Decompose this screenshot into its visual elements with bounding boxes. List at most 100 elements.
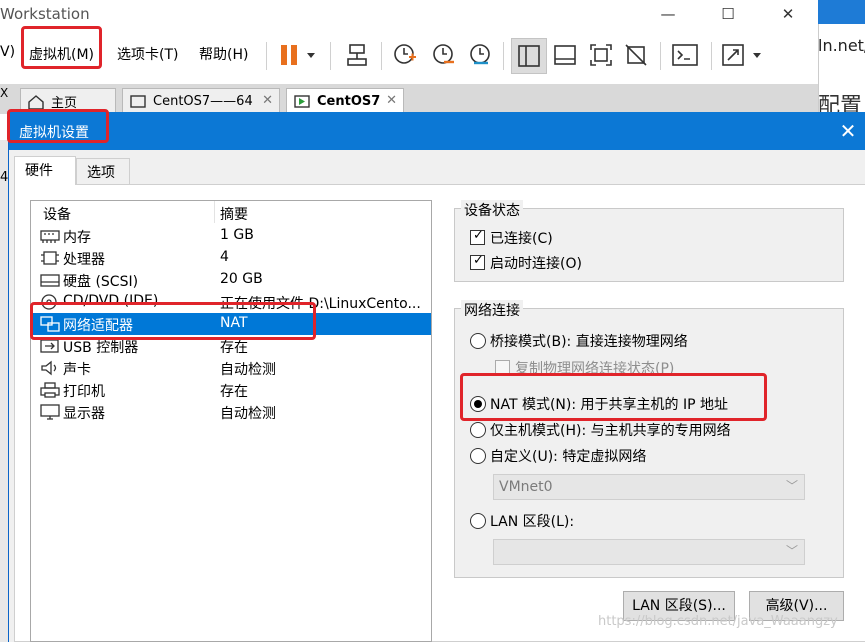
network-connection-title: 网络连接 xyxy=(461,300,523,320)
tab-home-label: 主页 xyxy=(51,96,78,111)
replicate-state-checkbox[interactable] xyxy=(495,360,510,375)
device-row-processor[interactable]: 处理器 4 xyxy=(31,247,431,269)
lan-segment-select[interactable]: ﹀ xyxy=(493,539,805,565)
tab-options[interactable]: 选项 xyxy=(76,158,130,184)
revert-snapshot-icon xyxy=(433,44,454,64)
home-icon xyxy=(28,94,44,110)
window-title: Workstation xyxy=(0,5,90,23)
tab-centos7-64-label: CentOS7——64 xyxy=(153,94,253,109)
usb-icon xyxy=(40,339,59,353)
tab-hardware[interactable]: 硬件 xyxy=(14,156,76,185)
pause-icon xyxy=(281,45,315,65)
vm-settings-dialog: 虚拟机设置 ✕ 硬件 选项 设备 摘要 内存 1 GB 处理器 4 硬盘 (SC… xyxy=(8,112,865,642)
snapshot-icon xyxy=(394,44,416,64)
device-row-network-adapter[interactable]: 网络适配器 NAT xyxy=(31,313,431,335)
dialog-close-button[interactable]: ✕ xyxy=(835,118,861,144)
dialog-titlebar: 虚拟机设置 ✕ xyxy=(9,112,865,150)
show-library-button[interactable] xyxy=(511,38,547,74)
connected-label[interactable]: 已连接(C) xyxy=(490,228,553,248)
toolbar-separator xyxy=(711,42,712,70)
menu-help[interactable]: 帮助(H) xyxy=(199,44,248,64)
vmware-titlebar: Workstation — ☐ ✕ xyxy=(0,0,820,32)
connect-at-power-on-checkbox[interactable]: ✓ xyxy=(470,253,485,270)
revert-snapshot-button[interactable] xyxy=(429,39,459,71)
device-summary: 20 GB xyxy=(220,271,263,287)
device-summary: 自动检测 xyxy=(220,362,276,378)
speaker-icon xyxy=(41,360,57,376)
minimize-button[interactable]: — xyxy=(648,2,688,28)
stretch-button[interactable] xyxy=(720,39,768,71)
host-only-radio[interactable] xyxy=(470,422,486,438)
bridged-label[interactable]: 桥接模式(B): 直接连接物理网络 xyxy=(490,331,688,351)
lan-segment-label[interactable]: LAN 区段(L): xyxy=(490,511,574,531)
send-keys-button[interactable] xyxy=(342,39,372,71)
device-summary: 自动检测 xyxy=(220,406,276,422)
device-row-display[interactable]: 显示器 自动检测 xyxy=(31,401,431,423)
pause-button[interactable] xyxy=(275,39,319,71)
network-connection-group: 网络连接 桥接模式(B): 直接连接物理网络 复制物理网络连接状态(P) NAT… xyxy=(454,300,844,578)
chevron-down-icon: ﹀ xyxy=(785,479,798,493)
menu-vm[interactable]: 虚拟机(M) xyxy=(29,44,94,64)
watermark-text: https://blog.csdn.net/java_Waaangzy xyxy=(598,614,838,629)
device-list: 设备 摘要 内存 1 GB 处理器 4 硬盘 (SCSI) 20 GB CD/D… xyxy=(30,200,432,642)
menu-view[interactable]: V) xyxy=(0,44,15,60)
tab-home[interactable]: 主页 xyxy=(20,88,116,114)
device-summary: 1 GB xyxy=(220,227,254,243)
tab-centos7-64[interactable]: CentOS7——64 ✕ xyxy=(122,88,280,114)
device-row-memory[interactable]: 内存 1 GB xyxy=(31,225,431,247)
console-view-button[interactable] xyxy=(670,39,700,71)
menu-tabs[interactable]: 选项卡(T) xyxy=(117,44,178,64)
radio-selected-dot xyxy=(474,400,482,408)
device-summary: 4 xyxy=(220,249,229,265)
connect-at-power-on-label[interactable]: 启动时连接(O) xyxy=(490,253,582,273)
snapshot-manager-button[interactable] xyxy=(466,39,496,71)
custom-network-select[interactable]: VMnet0 ﹀ xyxy=(493,474,805,500)
connected-checkbox[interactable]: ✓ xyxy=(470,228,485,245)
custom-label[interactable]: 自定义(U): 特定虚拟网络 xyxy=(490,446,646,466)
close-tab-icon[interactable]: ✕ xyxy=(262,93,273,108)
network-send-icon xyxy=(347,44,367,66)
toolbar-separator xyxy=(381,42,382,70)
device-row-hard-disk[interactable]: 硬盘 (SCSI) 20 GB xyxy=(31,269,431,291)
device-row-sound-card[interactable]: 声卡 自动检测 xyxy=(31,357,431,379)
nat-radio[interactable] xyxy=(470,396,486,412)
snapshot-button[interactable] xyxy=(390,39,420,71)
toolbar-separator xyxy=(503,42,504,70)
host-only-label[interactable]: 仅主机模式(H): 与主机共享的专用网络 xyxy=(490,420,731,440)
device-row-printer[interactable]: 打印机 存在 xyxy=(31,379,431,401)
device-name: 声卡 xyxy=(63,362,91,378)
processor-icon xyxy=(41,251,59,265)
terminal-icon xyxy=(672,44,698,66)
close-tab-icon[interactable]: ✕ xyxy=(386,93,397,108)
printer-icon xyxy=(40,382,60,398)
maximize-button[interactable]: ☐ xyxy=(708,2,748,28)
device-name: 显示器 xyxy=(63,406,105,422)
device-summary: 存在 xyxy=(220,340,248,356)
nat-label[interactable]: NAT 模式(N): 用于共享主机的 IP 地址 xyxy=(490,394,728,414)
close-window-button[interactable]: ✕ xyxy=(768,2,808,28)
lan-segment-radio[interactable] xyxy=(470,513,486,529)
device-name: 打印机 xyxy=(63,384,105,400)
device-row-usb[interactable]: USB 控制器 存在 xyxy=(31,335,431,357)
thumbnail-bar-button[interactable] xyxy=(550,39,580,71)
bridged-radio[interactable] xyxy=(470,333,486,349)
column-header-summary[interactable]: 摘要 xyxy=(220,204,248,224)
vmware-tabbar: 主页 CentOS7——64 ✕ CentOS7 ✕ xyxy=(0,84,820,114)
full-screen-button[interactable] xyxy=(586,39,616,71)
checkmark-icon: ✓ xyxy=(473,228,484,243)
toolbar-separator xyxy=(266,42,267,70)
hard-disk-icon xyxy=(40,274,60,287)
custom-radio[interactable] xyxy=(470,448,486,464)
device-summary: NAT xyxy=(220,315,248,331)
full-screen-icon xyxy=(590,44,612,66)
device-summary: 存在 xyxy=(220,384,248,400)
replicate-state-label: 复制物理网络连接状态(P) xyxy=(515,361,675,377)
device-status-title: 设备状态 xyxy=(461,200,523,220)
device-row-cd-dvd[interactable]: CD/DVD (IDE) 正在使用文件 D:\LinuxCento... xyxy=(31,291,431,313)
dialog-title: 虚拟机设置 xyxy=(19,125,89,141)
custom-network-value: VMnet0 xyxy=(499,479,553,495)
tab-centos7[interactable]: CentOS7 ✕ xyxy=(286,88,404,114)
snapshot-manager-icon xyxy=(470,44,490,65)
unity-button[interactable] xyxy=(621,39,651,71)
column-header-device[interactable]: 设备 xyxy=(43,204,71,224)
